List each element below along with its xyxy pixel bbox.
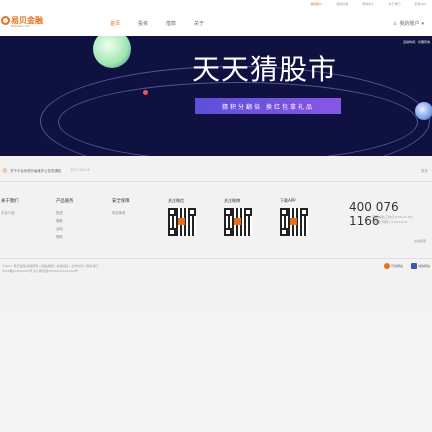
- qr-heading: 关注微博: [224, 198, 240, 203]
- footer-col-about: 关于我们 平台介绍: [1, 198, 19, 218]
- hotline-hours: 客服热线(工作日 9:00-21:00) 周末及节假日 9:00-18:00: [372, 215, 413, 225]
- footer-link[interactable]: 平台介绍: [1, 210, 19, 215]
- qr-weibo: 关注微博: [224, 198, 264, 236]
- top-utility-bar: 我的账户 我的优惠 帮助中心 关于我们 手机APP: [0, 0, 432, 8]
- red-dot-decoration: [143, 90, 148, 95]
- top-link-help[interactable]: 帮助中心: [362, 2, 374, 6]
- planet-right-decoration: [415, 102, 432, 120]
- promo-banner[interactable]: 活动时间：长期有效 天天猜股市 猜积分翻倍 换红包拿礼品: [0, 36, 432, 156]
- copyright-line: 沪ICP备XXXXXXXX号 沪公网安备XXXXXXXXXXXXX号: [2, 269, 78, 273]
- top-link-about[interactable]: 关于我们: [388, 2, 400, 6]
- banner-title: 天天猜股市: [192, 53, 338, 86]
- nav-item-borrow[interactable]: 借款: [166, 20, 176, 27]
- nav-item-invest[interactable]: 投资: [138, 20, 148, 27]
- qr-heading: 下载APP: [280, 198, 296, 203]
- footer-link[interactable]: 风控体系: [112, 210, 130, 215]
- top-link-app[interactable]: 手机APP: [414, 2, 426, 6]
- notice-more-link[interactable]: 更多: [421, 168, 428, 173]
- page-bottom-area: [0, 312, 432, 432]
- qr-code-icon: [280, 208, 308, 236]
- trust-badge[interactable]: 诚信网站: [410, 263, 430, 269]
- certificate-icon: [410, 263, 417, 269]
- footer-link[interactable]: 帮助: [56, 234, 74, 239]
- footer-link[interactable]: 借款: [56, 218, 74, 223]
- qr-app: 下载APP: [280, 198, 320, 236]
- shield-icon: [383, 263, 390, 269]
- qr-wechat: 关注微信: [168, 198, 208, 236]
- site-footer: 关于我们 平台介绍 产品服务 投资 借款 活动 帮助 安全保障 风控体系 关注微…: [0, 182, 432, 258]
- footer-link[interactable]: 活动: [56, 226, 74, 231]
- copyright: ©2017 易贝金融 版权所有 | 网站地图 | 友情链接 | 合作伙伴 | 联…: [2, 264, 98, 274]
- nav-item-home[interactable]: 首页: [110, 20, 120, 27]
- logo-mark-icon: [1, 16, 10, 25]
- banner-cta-button[interactable]: 猜积分翻倍 换红包拿礼品: [195, 98, 341, 114]
- qr-heading: 关注微信: [168, 198, 184, 203]
- user-icon: ♙: [392, 20, 398, 27]
- top-link-account[interactable]: 我的账户: [310, 2, 322, 6]
- footer-col-products: 产品服务 投资 借款 活动 帮助: [56, 198, 74, 242]
- footer-col-heading: 关于我们: [1, 199, 19, 204]
- notice-bar: ◎ 关于平台系统升级维护公告的通知 2017-05-19 更多: [0, 164, 432, 176]
- account-label: 我的账户: [399, 21, 420, 27]
- footer-col-security: 安全保障 风控体系: [112, 198, 130, 218]
- divider: [0, 258, 432, 259]
- chevron-down-icon: ▾: [421, 20, 424, 27]
- online-service-link[interactable]: 在线客服: [414, 239, 426, 243]
- planet-left-decoration: [93, 36, 131, 68]
- site-header: 易贝金融 Ebanker.com 首页 投资 借款 关于 ♙ 我的账户 ▾: [0, 8, 432, 36]
- account-menu[interactable]: ♙ 我的账户 ▾: [392, 20, 424, 28]
- orbit-ring-inner: [58, 82, 418, 156]
- speaker-icon: ◎: [2, 166, 8, 174]
- logo-subtitle: Ebanker.com: [11, 24, 31, 28]
- qr-code-icon: [168, 208, 196, 236]
- footer-link[interactable]: 投资: [56, 210, 74, 215]
- top-link-coupons[interactable]: 我的优惠: [336, 2, 348, 6]
- main-nav: 首页 投资 借款 关于: [110, 20, 204, 27]
- page: 我的账户 我的优惠 帮助中心 关于我们 手机APP 易贝金融 Ebanker.c…: [0, 0, 432, 432]
- trust-badge[interactable]: 可信网站: [383, 263, 403, 269]
- trust-badges: 可信网站 诚信网站: [383, 263, 430, 269]
- hotline-hours-line: 周末及节假日 9:00-18:00: [372, 220, 408, 224]
- banner-tag: 活动时间：长期有效: [402, 40, 430, 44]
- qr-code-icon: [224, 208, 252, 236]
- nav-item-about[interactable]: 关于: [194, 20, 204, 27]
- footer-col-heading: 安全保障: [112, 199, 130, 204]
- footer-col-heading: 产品服务: [56, 199, 74, 204]
- notice-date: 2017-05-19: [70, 168, 90, 172]
- notice-text[interactable]: 关于平台系统升级维护公告的通知: [10, 168, 61, 173]
